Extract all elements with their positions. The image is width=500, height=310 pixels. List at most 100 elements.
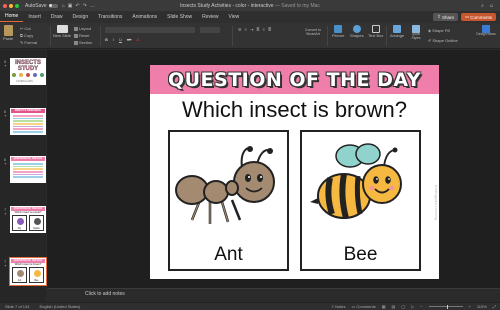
tab-view[interactable]: View bbox=[224, 14, 245, 20]
autosave-label: AutoSave bbox=[25, 2, 47, 9]
arrange-button[interactable]: Arrange bbox=[390, 25, 404, 38]
slide-thumbnail[interactable]: 5 ✦ INSECTS STUDY CATEPILLARS bbox=[4, 58, 46, 85]
thumb-question: Which insect is purple? bbox=[14, 211, 42, 214]
notes-toggle[interactable]: ≡ Notes bbox=[332, 304, 346, 309]
thumb-insects bbox=[12, 73, 44, 79]
slide-thumbnail-selected[interactable]: 7 ✦ QUESTION OF THE DAY Which insect is b… bbox=[4, 257, 47, 286]
tab-draw[interactable]: Draw bbox=[46, 14, 68, 20]
align-center-icon[interactable]: ≡ bbox=[263, 27, 265, 43]
ant-icon bbox=[175, 146, 275, 224]
font-name-dropdown[interactable] bbox=[105, 27, 195, 33]
slideshow-icon[interactable]: ▷ bbox=[411, 304, 414, 309]
share-button[interactable]: ⇪ Share bbox=[433, 13, 458, 21]
question-text[interactable]: Which insect is brown? bbox=[150, 97, 439, 123]
zoom-out-icon[interactable]: − bbox=[420, 304, 422, 309]
autosave-toggle[interactable] bbox=[48, 3, 58, 8]
layout-label: Layout bbox=[79, 26, 92, 31]
current-slide[interactable]: QUESTION OF THE DAY Which insect is brow… bbox=[150, 65, 439, 279]
language-indicator[interactable]: English (United States) bbox=[39, 304, 80, 309]
smiley-icon[interactable]: ☺ bbox=[489, 3, 494, 9]
search-icon[interactable]: ⌕ bbox=[481, 3, 484, 9]
font-color-icon[interactable]: A bbox=[136, 37, 139, 42]
underline-icon[interactable]: U bbox=[119, 37, 122, 42]
answer-card-ant[interactable]: Ant bbox=[168, 130, 289, 271]
convert-smartart-label: Convert to SmartArt bbox=[304, 28, 322, 36]
bullets-icon[interactable]: ☰ bbox=[238, 27, 242, 43]
tab-slide-show[interactable]: Slide Show bbox=[162, 14, 197, 20]
shapes-button[interactable]: Shapes bbox=[350, 25, 364, 38]
comments-button[interactable]: ▭ Comments bbox=[460, 13, 496, 21]
slide-preview: QUESTION OF THE DAY Which insect is brow… bbox=[9, 257, 47, 286]
align-left-icon[interactable]: ≣ bbox=[256, 27, 259, 43]
section-button[interactable]: Section bbox=[74, 40, 92, 45]
tab-design[interactable]: Design bbox=[68, 14, 94, 20]
zoom-window-button[interactable] bbox=[15, 3, 19, 8]
design-ideas-label: Design Ideas bbox=[476, 32, 496, 36]
font-size-dropdown[interactable] bbox=[200, 27, 220, 33]
text-box-button[interactable]: Text Box bbox=[368, 25, 383, 38]
reset-button[interactable]: Reset bbox=[74, 33, 89, 38]
slide-sorter-icon[interactable]: ▤ bbox=[392, 304, 396, 309]
close-window-button[interactable] bbox=[3, 3, 7, 8]
answer-card-bee[interactable]: Bee bbox=[300, 130, 421, 271]
shape-outline-label: Shape Outline bbox=[432, 38, 458, 43]
slide-banner[interactable]: QUESTION OF THE DAY bbox=[150, 65, 439, 94]
layout-button[interactable]: Layout bbox=[74, 26, 91, 31]
cut-button[interactable]: ✂ Cut bbox=[20, 26, 31, 31]
more-icon[interactable]: … bbox=[90, 3, 95, 9]
format-painter-button[interactable]: ✎ Format bbox=[20, 40, 37, 45]
slide-canvas-area[interactable]: QUESTION OF THE DAY Which insect is brow… bbox=[47, 50, 500, 288]
zoom-in-icon[interactable]: + bbox=[469, 304, 471, 309]
autosave-control[interactable]: AutoSave bbox=[25, 3, 58, 9]
ribbon-divider bbox=[100, 26, 101, 46]
convert-smartart-button[interactable]: Convert to SmartArt bbox=[302, 28, 324, 36]
section-label: Section bbox=[79, 40, 93, 45]
comments-toggle[interactable]: ▭ Comments bbox=[352, 304, 376, 309]
picture-button[interactable]: Picture bbox=[332, 25, 344, 38]
align-right-icon[interactable]: ≣ bbox=[268, 27, 271, 43]
new-slide-button[interactable]: New Slide bbox=[53, 25, 71, 38]
notes-pane[interactable]: Click to add notes bbox=[47, 288, 500, 300]
paste-button[interactable]: Paste bbox=[3, 25, 13, 41]
slide-thumbnail[interactable]: 7 ✦ QUESTION OF THE DAY Which insect is p… bbox=[4, 206, 46, 233]
shape-outline-button[interactable]: ✐ Shape Outline bbox=[428, 38, 458, 43]
slide-thumbnail-panel[interactable]: 5 ✦ INSECTS STUDY CATEPILLARS 6 ✦ INSECT'S… bbox=[0, 50, 47, 302]
notes-toggle-label: Notes bbox=[335, 304, 346, 309]
slide-thumbnail[interactable]: 6 ✦ INSECT'S RESEARCH bbox=[4, 108, 46, 135]
quick-styles-button[interactable]: Quick Styles bbox=[408, 25, 424, 40]
minimize-window-button[interactable] bbox=[9, 3, 13, 8]
italic-icon[interactable]: I bbox=[113, 37, 114, 42]
shape-fill-button[interactable]: ◈ Shape Fill bbox=[428, 28, 450, 33]
tab-review[interactable]: Review bbox=[197, 14, 223, 20]
section-icon bbox=[74, 40, 78, 45]
tab-insert[interactable]: Insert bbox=[23, 14, 46, 20]
zoom-slider[interactable] bbox=[428, 304, 463, 309]
bold-icon[interactable]: B bbox=[105, 37, 108, 42]
thumb-title: INSECT'S RESEARCH bbox=[11, 109, 45, 113]
copy-button[interactable]: ⧉ Copy bbox=[20, 33, 33, 38]
tab-animations[interactable]: Animations bbox=[127, 14, 162, 20]
save-icon[interactable]: ▣ bbox=[68, 3, 73, 9]
normal-view-icon[interactable]: ▦ bbox=[382, 304, 386, 309]
thumb-title: QUESTION OF THE DAY bbox=[11, 157, 45, 161]
thumb-card: Bee bbox=[29, 267, 44, 283]
ant-icon bbox=[17, 270, 24, 277]
design-ideas-button[interactable]: Design Ideas bbox=[476, 25, 496, 37]
indent-icon[interactable]: ⇥ bbox=[250, 27, 253, 43]
paragraph-group: ☰ ≡ ⇥ ≣ ≡ ≣ bbox=[238, 27, 298, 43]
undo-icon[interactable]: ↶ bbox=[75, 3, 79, 9]
zoom-level[interactable]: 115% bbox=[477, 304, 487, 309]
numbering-icon[interactable]: ≡ bbox=[245, 27, 247, 43]
slide-thumbnail[interactable]: 6 ✦ QUESTION OF THE DAY bbox=[4, 156, 46, 183]
reading-view-icon[interactable]: ▢ bbox=[401, 304, 405, 309]
tab-bar-actions: ⇪ Share ▭ Comments bbox=[433, 13, 496, 21]
thumb-question: Which insect is brown? bbox=[14, 263, 42, 266]
strikethrough-icon[interactable]: ab bbox=[127, 37, 131, 42]
tab-transitions[interactable]: Transitions bbox=[93, 14, 127, 20]
tab-home[interactable]: Home bbox=[0, 13, 24, 22]
redo-icon[interactable]: ↷ bbox=[83, 3, 87, 9]
fit-slide-icon[interactable]: ⤢ bbox=[493, 304, 496, 309]
home-icon[interactable]: ⌂ bbox=[62, 3, 65, 9]
spider-icon bbox=[34, 218, 41, 225]
thumb-card-label: Spider bbox=[33, 227, 40, 230]
